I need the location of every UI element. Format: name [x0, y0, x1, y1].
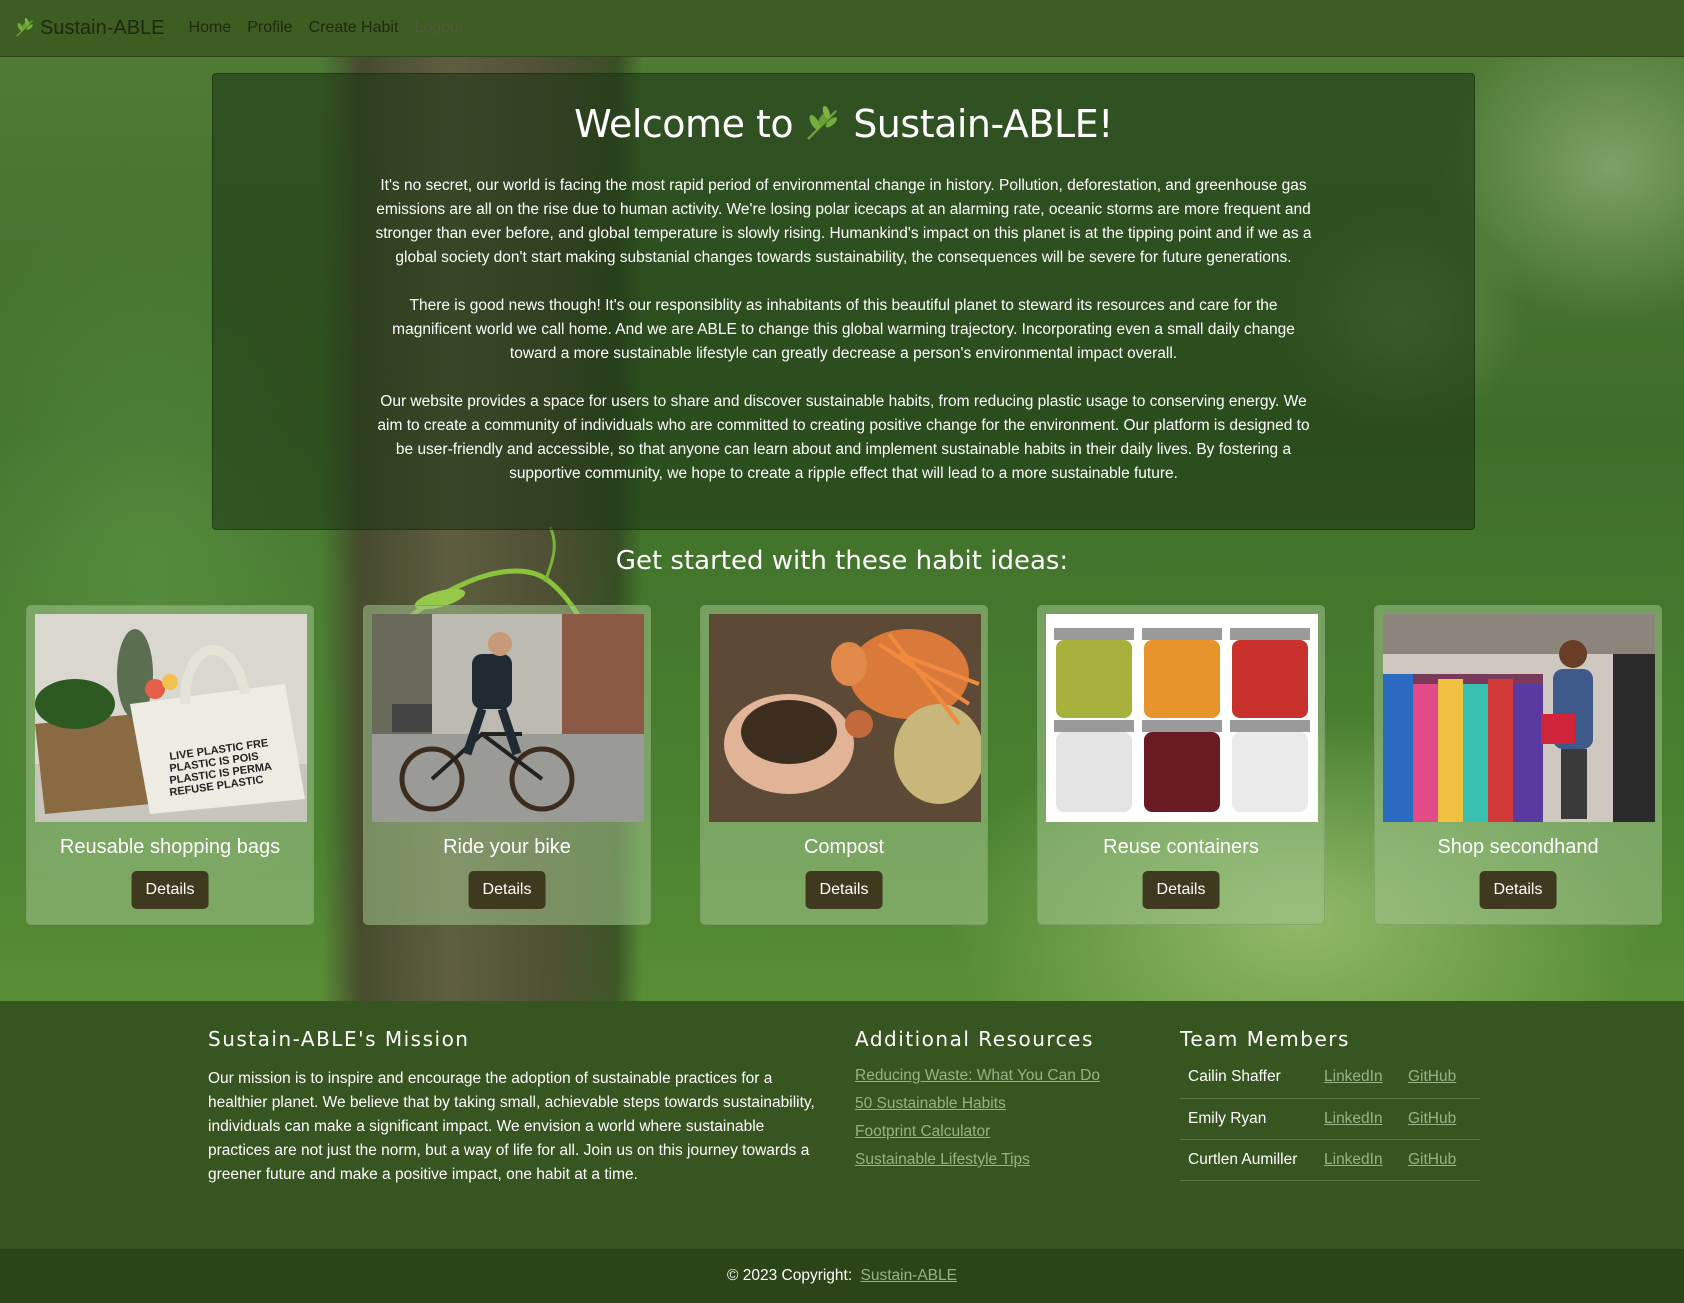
- member-name: Curtlen Aumiller: [1180, 1139, 1324, 1181]
- leaf-icon: [16, 18, 33, 37]
- welcome-heading: Welcome to Sustain-ABLE!: [213, 102, 1474, 146]
- habits-heading: Get started with these habit ideas:: [615, 546, 1069, 576]
- team-heading: Team Members: [1180, 1027, 1350, 1051]
- leaf-icon: [807, 105, 838, 140]
- github-link[interactable]: GitHub: [1408, 1151, 1456, 1168]
- team-row: Cailin Shaffer LinkedIn GitHub: [1180, 1057, 1480, 1099]
- github-link[interactable]: GitHub: [1408, 1110, 1456, 1127]
- card-title: Shop secondhand: [1437, 836, 1599, 858]
- secondhand-shop-image: [1383, 614, 1655, 822]
- linkedin-link[interactable]: LinkedIn: [1324, 1068, 1383, 1085]
- details-button[interactable]: Details: [805, 871, 883, 909]
- member-name: Cailin Shaffer: [1180, 1057, 1324, 1099]
- habit-card: Shop secondhand Details: [1374, 605, 1662, 925]
- linkedin-link[interactable]: LinkedIn: [1324, 1151, 1383, 1168]
- card-title: Reusable shopping bags: [59, 836, 281, 858]
- copyright-text: © 2023 Copyright:: [727, 1267, 853, 1284]
- nav-create-habit[interactable]: Create Habit: [309, 19, 399, 37]
- mission-section: Sustain-ABLE's Mission Our mission is to…: [208, 1027, 828, 1187]
- copyright-bar: © 2023 Copyright: Sustain-ABLE: [0, 1249, 1684, 1303]
- details-button[interactable]: Details: [131, 871, 209, 909]
- github-link[interactable]: GitHub: [1408, 1068, 1456, 1085]
- copyright-link[interactable]: Sustain-ABLE: [860, 1267, 957, 1284]
- compost-image: [709, 614, 981, 822]
- nav-home[interactable]: Home: [189, 19, 232, 37]
- card-title: Compost: [803, 836, 885, 858]
- member-name: Emily Ryan: [1180, 1098, 1324, 1140]
- habit-cards: LIVE PLASTIC FRE PLASTIC IS POIS PLASTIC…: [26, 605, 1663, 925]
- shopping-bags-image: LIVE PLASTIC FRE PLASTIC IS POIS PLASTIC…: [35, 614, 307, 822]
- card-title: Ride your bike: [443, 836, 571, 858]
- mission-heading: Sustain-ABLE's Mission: [208, 1027, 470, 1051]
- brand-link[interactable]: Sustain-ABLE: [14, 17, 165, 40]
- team-row: Emily Ryan LinkedIn GitHub: [1180, 1098, 1480, 1140]
- habit-card: Ride your bike Details: [363, 605, 651, 925]
- details-button[interactable]: Details: [1142, 871, 1220, 909]
- team-row: Curtlen Aumiller LinkedIn GitHub: [1180, 1139, 1480, 1181]
- intro-paragraph: It's no secret, our world is facing the …: [375, 177, 1312, 266]
- resource-link[interactable]: Reducing Waste: What You Can Do: [855, 1067, 1100, 1084]
- habit-card: Reuse containers Details: [1037, 605, 1325, 925]
- bike-rider-image: [372, 614, 644, 822]
- team-section: Team Members Cailin Shaffer LinkedIn Git…: [1180, 1027, 1480, 1181]
- welcome-prefix: Welcome to: [574, 102, 794, 146]
- nav-logout[interactable]: Logout: [414, 19, 463, 37]
- linkedin-link[interactable]: LinkedIn: [1324, 1110, 1383, 1127]
- resource-link[interactable]: Sustainable Lifestyle Tips: [855, 1151, 1030, 1168]
- intro-paragraph: Our website provides a space for users t…: [377, 393, 1310, 482]
- team-table: Cailin Shaffer LinkedIn GitHub Emily Rya…: [1180, 1057, 1480, 1181]
- mission-text: Our mission is to inspire and encourage …: [208, 1070, 815, 1183]
- resource-link[interactable]: Footprint Calculator: [855, 1123, 990, 1140]
- nav-profile[interactable]: Profile: [247, 19, 292, 37]
- habit-card: LIVE PLASTIC FRE PLASTIC IS POIS PLASTIC…: [26, 605, 314, 925]
- resources-section: Additional Resources Reducing Waste: Wha…: [855, 1027, 1145, 1179]
- footer: Sustain-ABLE's Mission Our mission is to…: [0, 1001, 1684, 1249]
- habit-card: Compost Details: [700, 605, 988, 925]
- navbar: Sustain-ABLE Home Profile Create Habit L…: [0, 0, 1684, 57]
- details-button[interactable]: Details: [468, 871, 546, 909]
- welcome-suffix: Sustain-ABLE!: [853, 102, 1113, 146]
- resources-heading: Additional Resources: [855, 1027, 1094, 1051]
- details-button[interactable]: Details: [1479, 871, 1557, 909]
- card-title: Reuse containers: [1103, 836, 1259, 858]
- intro-paragraph: There is good news though! It's our resp…: [392, 297, 1295, 362]
- resource-link[interactable]: 50 Sustainable Habits: [855, 1095, 1006, 1112]
- intro-panel: Welcome to Sustain-ABLE! It's no secret,…: [212, 73, 1475, 530]
- jars-image: [1046, 614, 1318, 822]
- brand-name: Sustain-ABLE: [40, 16, 165, 39]
